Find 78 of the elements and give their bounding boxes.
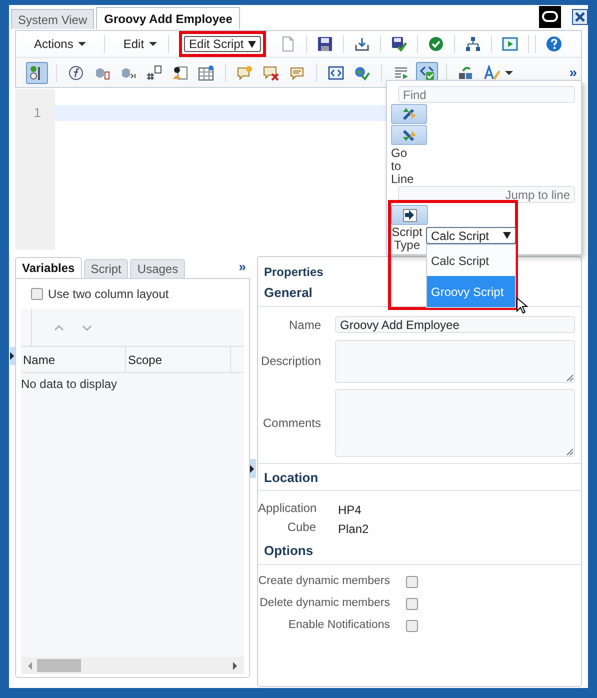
function-icon [68,64,84,80]
check-circle-icon[interactable] [428,36,444,52]
field-value: Plan2 [338,521,369,538]
horizontal-scrollbar[interactable] [21,657,244,674]
field-label: Application [258,500,316,517]
menu-button[interactable]: Edit [122,35,158,53]
code-check-icon [419,64,435,80]
comment-add-icon [237,64,253,80]
text-style-icon [484,64,500,80]
mouse-pointer-icon[interactable] [516,297,528,314]
toolbar-toggle[interactable] [26,62,48,84]
download-icon[interactable] [354,36,370,52]
menu-button[interactable]: Actions [33,35,88,53]
field-label: Cube [286,519,316,536]
field-label: Name [288,316,321,334]
empty-message: No data to display [21,376,118,393]
panel-tab[interactable]: Usages [130,259,186,278]
input-field[interactable]: Find [398,86,575,103]
icon-button[interactable] [391,104,427,124]
go-button[interactable] [391,205,428,225]
section-heading: General [264,284,312,302]
field-label: Description [260,353,321,370]
indent-icon [393,64,409,80]
edit-script-dropdown[interactable]: Edit Script [184,36,262,52]
field-value: HP4 [338,502,362,519]
hash-icon [146,64,162,80]
caret-icon[interactable] [503,232,511,239]
grid-icon [198,64,214,80]
hierarchy-icon[interactable] [465,36,482,52]
checkbox-label: Create dynamic members [258,574,390,590]
right-arrow-icon[interactable] [232,662,238,670]
icon-button[interactable] [391,125,427,145]
close-button[interactable] [572,9,588,25]
resize-grip-icon[interactable] [566,374,574,382]
checkbox[interactable] [406,598,418,610]
window-tab[interactable]: System View [11,9,94,29]
resize-grip-icon[interactable] [566,448,574,456]
field-label: Script Type [390,226,424,252]
column-header[interactable]: Name [21,347,126,372]
section-heading: Options [264,542,314,560]
help-icon[interactable] [546,36,562,52]
overflow-button[interactable]: » [238,257,246,277]
save-icon[interactable] [317,36,334,52]
panel-tab[interactable]: Variables [15,257,82,278]
checkbox-label: Use two column layout [48,286,169,303]
checkbox-label: Delete dynamic members [258,596,390,612]
caret-icon[interactable] [78,41,86,47]
field-label: Comments [262,414,321,432]
script-type-dropdown[interactable]: Calc Script [426,227,516,244]
save-check-icon[interactable] [391,36,408,52]
panel-tab[interactable]: Script [84,259,128,278]
checkbox[interactable] [406,620,418,632]
name-field[interactable]: Groovy Add Employee [335,316,575,333]
splitter-handle[interactable] [10,347,15,365]
line-number: 1 [32,105,42,121]
splitter-handle[interactable] [250,459,256,478]
window-tab[interactable]: Groovy Add Employee [96,7,240,29]
cubes-refresh-icon [458,64,474,80]
person-document-icon [172,64,188,80]
play-icon[interactable] [502,36,518,52]
comment-icon [289,64,305,80]
section-heading: Location [264,468,318,486]
checkbox-label: Enable Notifications [287,618,390,634]
scroll-thumb[interactable] [37,659,81,672]
column-header[interactable]: Scope [126,347,231,372]
right-arrow-icon[interactable] [405,210,414,220]
overflow-button[interactable]: » [569,62,577,83]
panel-title: Properties [263,264,324,279]
checkbox[interactable] [31,288,43,300]
field-label: Go to Line [391,147,415,186]
globe-check-icon [354,64,370,80]
caret-icon[interactable] [149,41,158,47]
dropdown-option[interactable]: Calc Script [427,245,515,276]
caret-icon[interactable] [505,70,513,76]
comment-delete-icon [263,64,279,80]
code-icon [328,64,344,80]
caret-icon[interactable] [248,40,256,48]
checkbox[interactable] [406,576,418,588]
